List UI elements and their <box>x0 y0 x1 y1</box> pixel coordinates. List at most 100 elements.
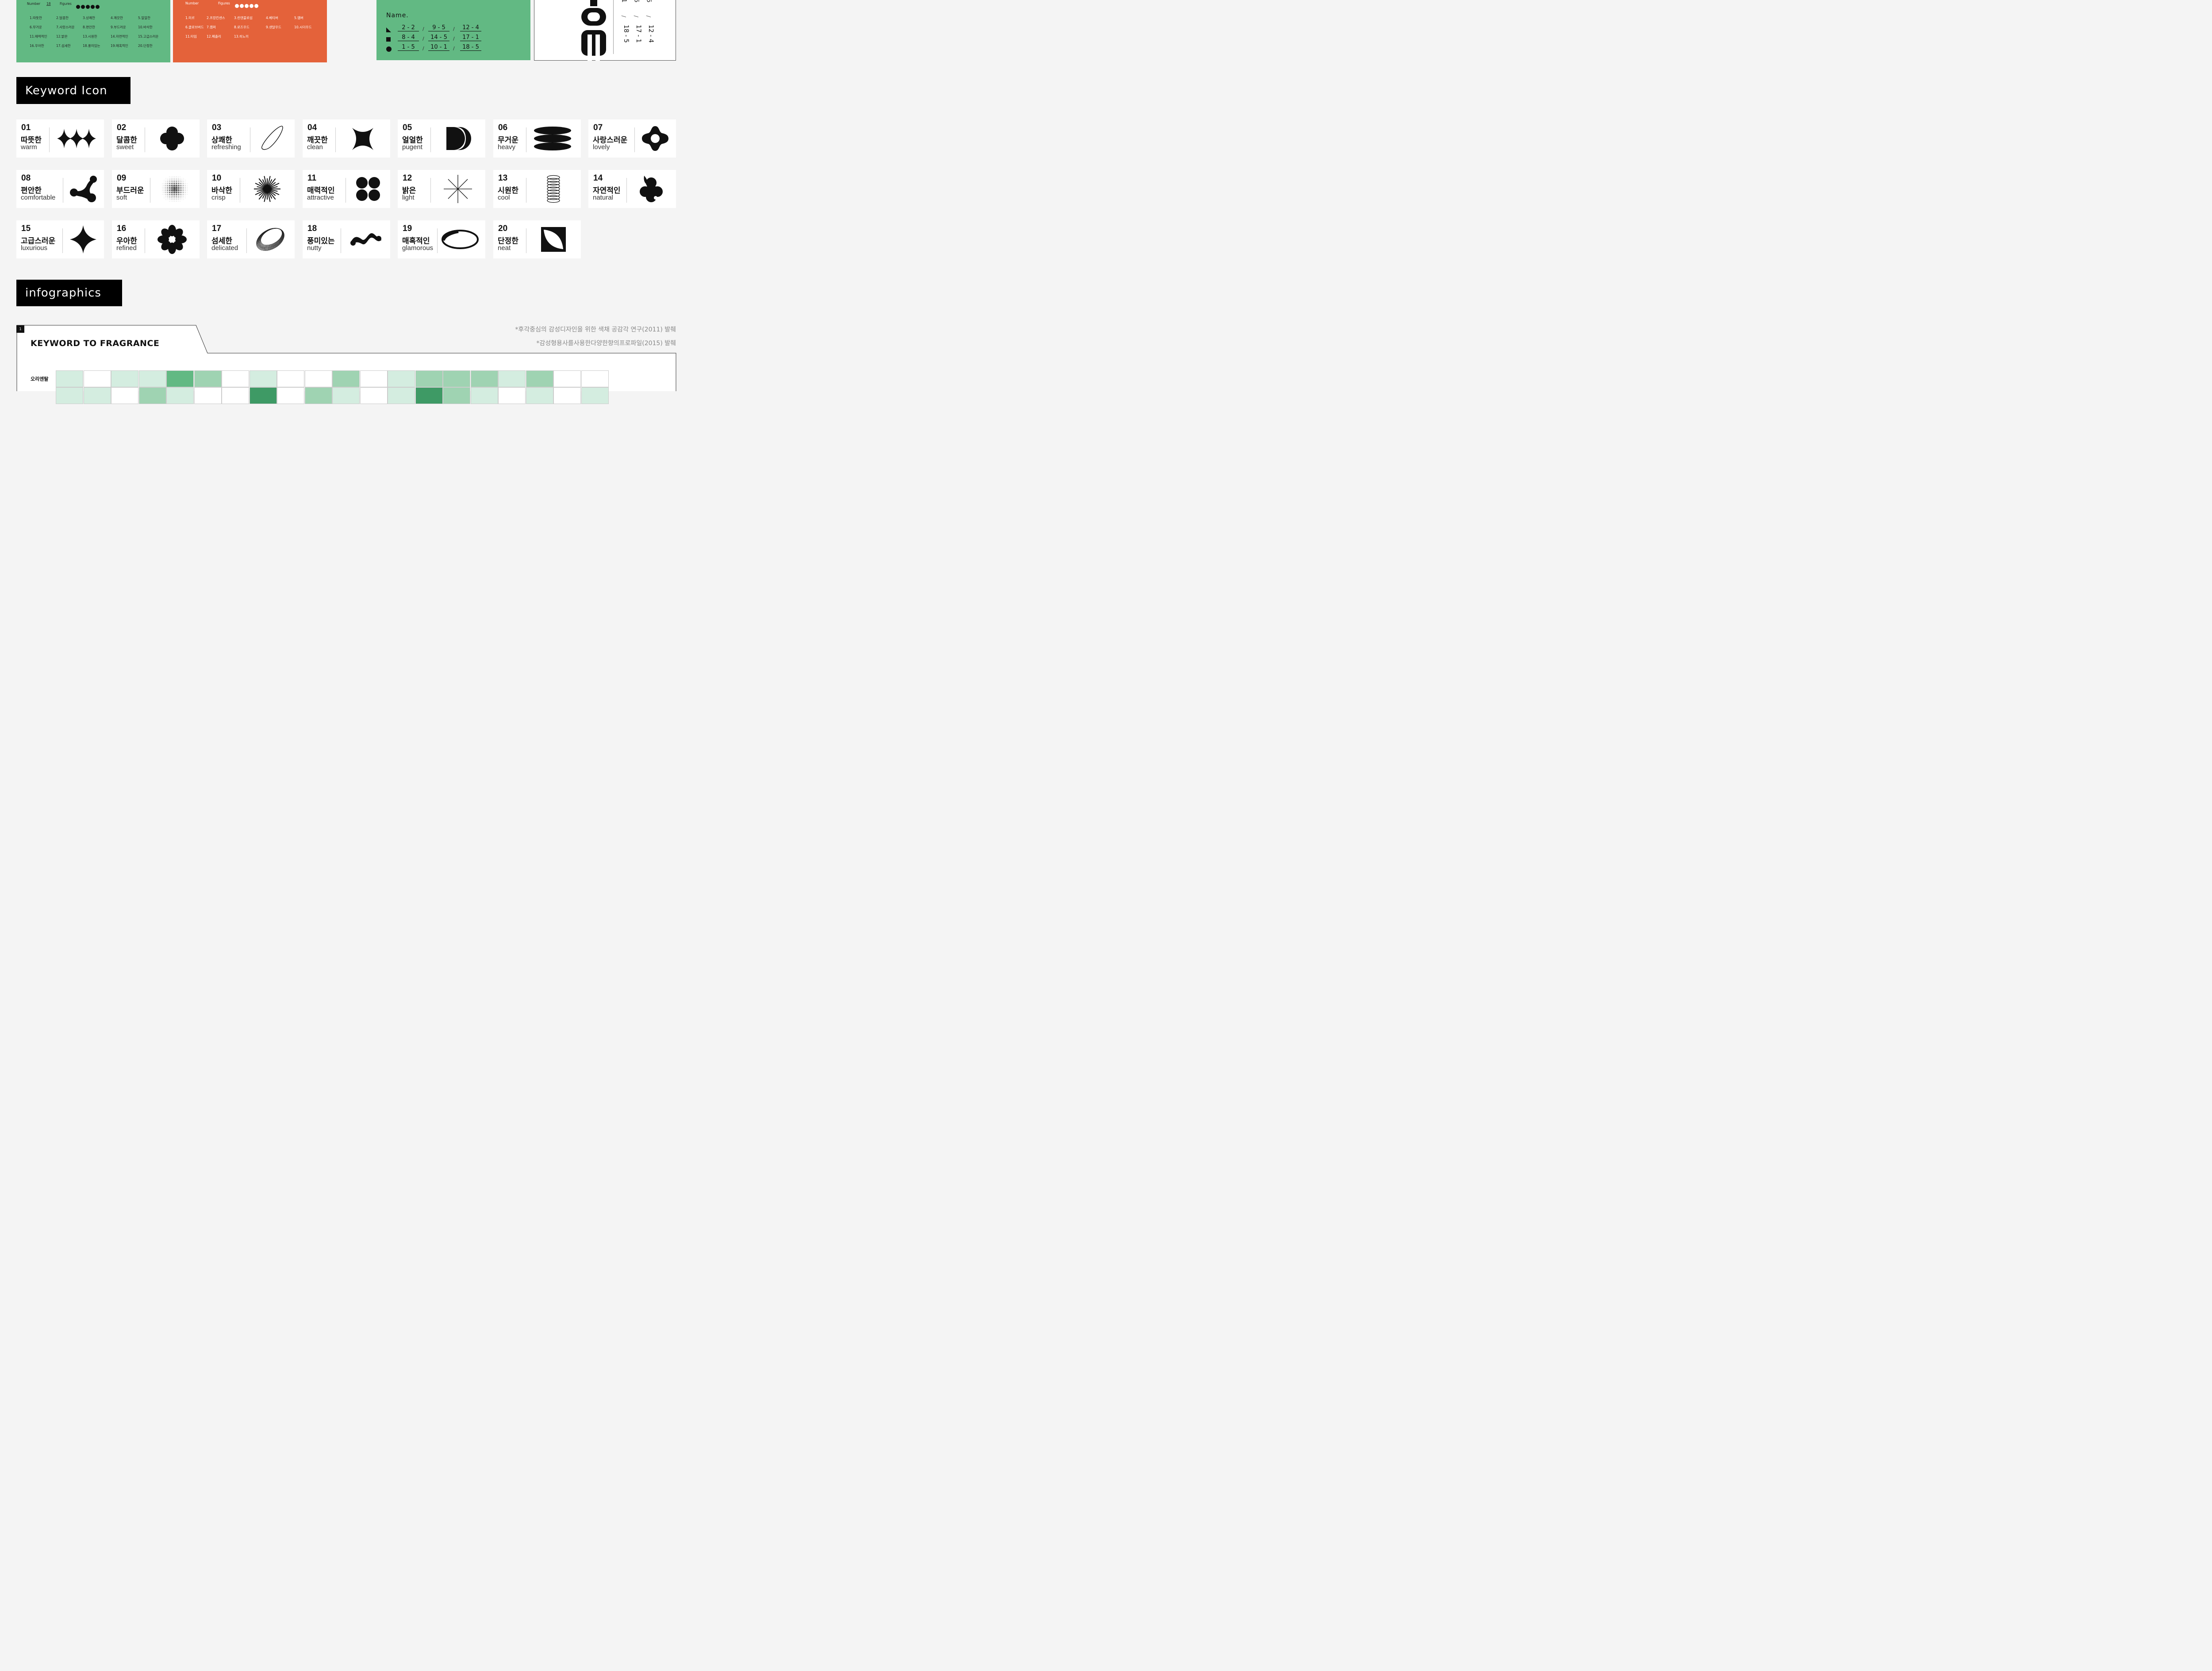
keyword-card: 19 매혹적인 glamorous <box>398 220 485 258</box>
keyword-list-item: 8.편안한 <box>83 25 95 29</box>
keyword-english: nutty <box>307 244 322 252</box>
heatmap-cell <box>470 370 498 387</box>
keyword-number: 09 <box>117 173 127 183</box>
four-circles-icon <box>356 177 380 201</box>
wave-icon <box>350 233 381 246</box>
heatmap-cell <box>498 370 526 387</box>
heatmap-cell <box>56 387 83 404</box>
keyword-english: pugent <box>402 143 422 151</box>
keyword-list-item: 6.무거운 <box>30 25 42 29</box>
keyword-list-item: 3.상쾌한 <box>83 16 95 20</box>
fragrance-list-panel: Number Figures 1.미르 2.프랑킨센스 3.린덴블로섬 4.베티버 5.… <box>173 0 327 62</box>
keyword-number: 04 <box>307 123 317 132</box>
infographics-title: infographics <box>25 286 101 300</box>
keyword-number: 13 <box>498 173 508 183</box>
fragrance-list-item: 4.베티버 <box>266 16 278 20</box>
keyword-list-item: 19.매혹적인 <box>111 44 128 48</box>
double-half-circle-icon <box>446 127 471 150</box>
keyword-card: 01 따뜻한 warm <box>16 119 104 158</box>
keyword-list-panel: Number 18 Figures 1.따뜻한 2.달콤한 3.상쾌한 4.깨끗한 5.… <box>16 0 170 62</box>
card-divider <box>430 178 431 203</box>
keyword-card: 09 부드러운 soft <box>112 170 200 208</box>
figures-dots <box>235 1 259 10</box>
heatmap-cell <box>443 370 470 387</box>
keyword-number: 11 <box>307 173 317 183</box>
keyword-number: 08 <box>21 173 31 183</box>
flower-icon <box>157 225 187 254</box>
keyword-card: 20 단정한 neat <box>493 220 581 258</box>
keyword-number: 19 <box>403 224 412 233</box>
vertical-top-value: 5 <box>633 0 640 3</box>
heatmap-cell <box>526 370 553 387</box>
keyword-list-item: 5.얼얼한 <box>138 16 150 20</box>
separator: / <box>621 15 627 18</box>
heatmap-cell <box>553 370 581 387</box>
keyword-card: 03 상쾌한 refreshing <box>207 119 295 158</box>
keyword-list-item: 15.고급스러운 <box>138 35 159 39</box>
keyword-card: 04 깨끗한 clean <box>303 119 390 158</box>
heatmap-cell <box>581 370 609 387</box>
heatmap-cell <box>498 387 526 404</box>
name-value: 10 - 1 <box>428 44 449 51</box>
heatmap-cell <box>83 387 111 404</box>
card-divider <box>49 127 50 152</box>
name-value: 8 - 4 <box>398 34 419 41</box>
keyword-number: 10 <box>212 173 222 183</box>
keyword-number: 05 <box>403 123 412 132</box>
keyword-english: comfortable <box>21 194 56 201</box>
starburst-icon <box>254 176 280 202</box>
keyword-icon-header: Keyword Icon <box>16 77 131 104</box>
heatmap-cell <box>304 370 332 387</box>
number-label: Number <box>185 1 199 5</box>
fragrance-list-item: 1.미르 <box>185 16 195 20</box>
keyword-number: 14 <box>593 173 603 183</box>
keyword-english: refreshing <box>211 143 241 151</box>
fragrance-list-item: 2.프랑킨센스 <box>207 16 225 20</box>
keyword-list-item: 14.자연적인 <box>111 35 128 39</box>
keyword-number: 17 <box>212 224 222 233</box>
keyword-card: 16 우아한 refined <box>112 220 200 258</box>
number-value: 18 <box>46 2 51 6</box>
keyword-list-item: 18.풍미있는 <box>83 44 100 48</box>
card-divider <box>437 228 438 253</box>
separator: / <box>422 26 424 32</box>
keyword-card: 05 얼얼한 pugent <box>398 119 485 158</box>
keyword-card: 15 고급스러운 luxurious <box>16 220 104 258</box>
keyword-english: neat <box>498 244 511 252</box>
keyword-number: 20 <box>498 224 508 233</box>
keyword-english: soft <box>116 194 127 201</box>
keyword-card: 17 섬세한 delicated <box>207 220 295 258</box>
keyword-list-item: 7.사랑스러운 <box>56 25 75 29</box>
keyword-number: 16 <box>117 224 127 233</box>
separator: / <box>645 15 652 18</box>
keyword-card: 11 매력적인 attractive <box>303 170 390 208</box>
heatmap-cell <box>249 387 277 404</box>
heatmap-cell <box>304 387 332 404</box>
fragrance-list-item: 10.시더우드 <box>294 25 312 29</box>
keyword-english: attractive <box>307 194 334 201</box>
leaf-flower-icon <box>640 176 663 202</box>
vertical-top-value: 5 <box>645 0 652 3</box>
heatmap-cell <box>56 370 83 387</box>
divider-line <box>613 0 614 54</box>
keyword-english: heavy <box>498 143 516 151</box>
heatmap-cell <box>581 387 609 404</box>
heatmap-cell <box>194 387 222 404</box>
heatmap-cell <box>388 370 415 387</box>
keyword-list-item: 17.섬세한 <box>56 44 71 48</box>
heatmap-cell <box>194 370 222 387</box>
heatmap-cell <box>166 387 194 404</box>
figures-label: Figures <box>218 1 230 5</box>
keyword-number: 07 <box>593 123 603 132</box>
keyword-list-item: 10.바삭한 <box>138 25 153 29</box>
keyword-english: sweet <box>116 143 134 151</box>
keyword-number: 01 <box>21 123 31 132</box>
keyword-english: natural <box>593 194 613 201</box>
keyword-english: delicated <box>211 244 238 252</box>
keyword-english: light <box>402 194 415 201</box>
heatmap-cell <box>166 370 194 387</box>
name-title: Name. <box>386 12 409 19</box>
keyword-card: 12 밝은 light <box>398 170 485 208</box>
keyword-card: 08 편안한 comfortable <box>16 170 104 208</box>
infographics-header: infographics <box>16 280 122 306</box>
